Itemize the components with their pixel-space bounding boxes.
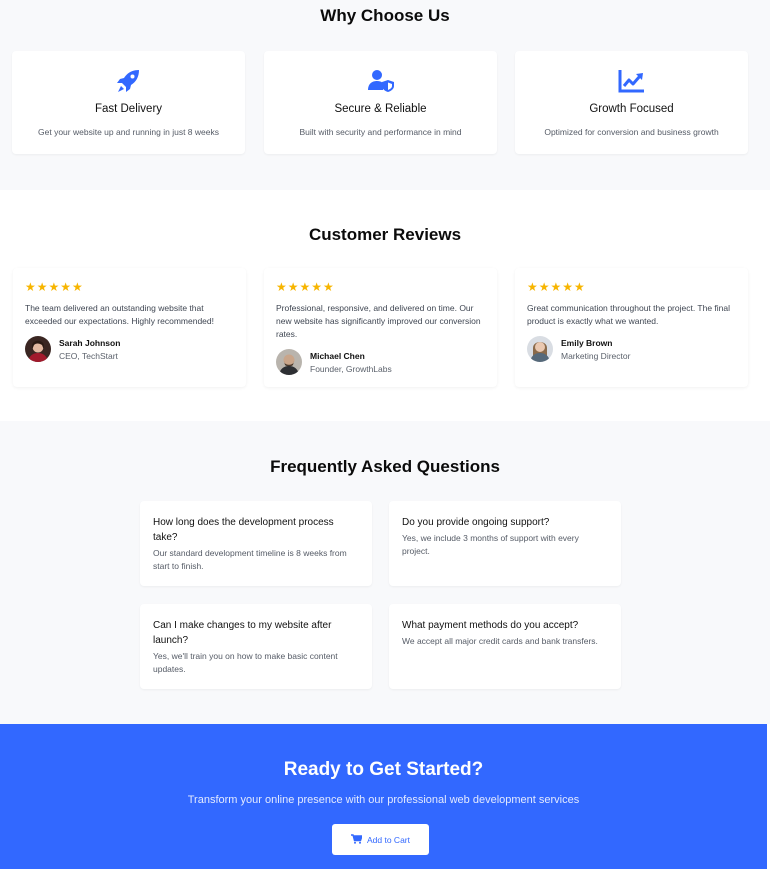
customer-reviews-heading: Customer Reviews: [308, 225, 462, 244]
faq-answer: Our standard development timeline is 8 w…: [153, 548, 347, 571]
rocket-icon: [115, 68, 143, 94]
faq-question: Do you provide ongoing support?: [402, 517, 550, 528]
feature-description: Get your website up and running in just …: [38, 127, 219, 137]
reviewer-name: Sarah Johnson: [59, 338, 121, 348]
faq-item[interactable]: Can I make changes to my website after l…: [140, 604, 372, 689]
reviewer-name: Michael Chen: [310, 351, 365, 361]
review-card: ★★★★★ Great communication throughout the…: [515, 268, 748, 387]
faq-answer: We accept all major credit cards and ban…: [402, 636, 598, 646]
faq-section: Frequently Asked Questions How long does…: [0, 421, 770, 724]
reviewer-role: Founder, GrowthLabs: [310, 364, 392, 374]
review-text: Professional, responsive, and delivered …: [276, 303, 481, 339]
faq-answer: Yes, we include 3 months of support with…: [402, 533, 579, 556]
star-rating: ★★★★★: [527, 280, 586, 294]
star-rating: ★★★★★: [25, 280, 84, 294]
feature-title: Secure & Reliable: [334, 103, 427, 115]
why-choose-us-section: Why Choose Us Fast Delivery Get your web…: [0, 0, 770, 190]
cart-icon: [351, 833, 363, 846]
avatar: [276, 349, 302, 375]
feature-card-secure-reliable: Secure & Reliable Built with security an…: [264, 51, 497, 154]
faq-item[interactable]: What payment methods do you accept? We a…: [389, 604, 621, 689]
avatar: [25, 336, 51, 362]
user-shield-icon: [367, 68, 395, 94]
review-card: ★★★★★ The team delivered an outstanding …: [13, 268, 246, 387]
faq-heading: Frequently Asked Questions: [270, 457, 500, 476]
feature-title: Fast Delivery: [94, 103, 163, 115]
feature-card-fast-delivery: Fast Delivery Get your website up and ru…: [12, 51, 245, 154]
reviewer-role: Marketing Director: [561, 351, 631, 361]
chart-line-icon: [618, 68, 646, 94]
faq-question: Can I make changes to my website after l…: [153, 620, 332, 646]
cta-heading: Ready to Get Started?: [283, 759, 484, 780]
faq-question: What payment methods do you accept?: [402, 620, 579, 631]
reviewer-role: CEO, TechStart: [59, 351, 118, 361]
faq-answer: Yes, we'll train you on how to make basi…: [153, 651, 338, 674]
add-to-cart-label: Add to Cart: [367, 834, 410, 845]
faq-item[interactable]: Do you provide ongoing support? Yes, we …: [389, 501, 621, 586]
why-choose-us-heading: Why Choose Us: [320, 6, 450, 25]
review-text: Great communication throughout the proje…: [527, 303, 731, 326]
star-rating: ★★★★★: [276, 280, 335, 294]
review-text: The team delivered an outstanding websit…: [25, 303, 214, 326]
faq-question: How long does the development process ta…: [153, 517, 334, 543]
reviewer-name: Emily Brown: [561, 338, 613, 348]
feature-title: Growth Focused: [589, 103, 674, 115]
feature-description: Built with security and performance in m…: [299, 127, 462, 137]
customer-reviews-section: Customer Reviews ★★★★★ The team delivere…: [0, 190, 770, 421]
add-to-cart-button[interactable]: Add to Cart: [332, 824, 429, 855]
faq-item[interactable]: How long does the development process ta…: [140, 501, 372, 586]
feature-description: Optimized for conversion and business gr…: [544, 127, 719, 137]
review-card: ★★★★★ Professional, responsive, and deli…: [264, 268, 497, 387]
feature-card-growth-focused: Growth Focused Optimized for conversion …: [515, 51, 748, 154]
cta-subheading: Transform your online presence with our …: [187, 794, 580, 806]
cta-section: Ready to Get Started? Transform your onl…: [0, 724, 767, 869]
avatar: [527, 336, 553, 362]
